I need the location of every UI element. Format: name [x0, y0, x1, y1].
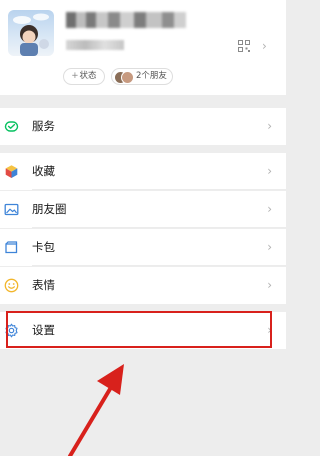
chevron-right-icon: ›	[267, 202, 272, 216]
friends-status-button[interactable]: 2个朋友	[111, 68, 173, 85]
friend-avatar	[121, 71, 134, 84]
menu-item-service[interactable]: 服务 ›	[0, 108, 286, 145]
plus-icon: +	[71, 71, 79, 81]
chevron-right-icon: ›	[267, 240, 272, 254]
profile-header[interactable]: › +状态 2个朋友	[0, 0, 286, 95]
menu-item-cards[interactable]: 卡包 ›	[0, 229, 286, 266]
avatar[interactable]	[8, 10, 54, 56]
moments-label: 朋友圈	[32, 202, 67, 216]
wechat-me-page: › +状态 2个朋友 服务 › 收藏 › 朋友圈 › 卡包 › 表情 › 设置 …	[0, 0, 286, 456]
service-icon	[4, 121, 19, 132]
menu-item-favorites[interactable]: 收藏 ›	[0, 153, 286, 190]
wechat-id-obscured	[66, 40, 124, 50]
qr-code-icon[interactable]	[238, 40, 250, 52]
favorites-label: 收藏	[32, 164, 55, 178]
cards-label: 卡包	[32, 240, 55, 254]
card-wallet-icon	[5, 241, 18, 254]
menu-item-stickers[interactable]: 表情 ›	[0, 267, 286, 304]
avatar-image	[13, 13, 49, 56]
divider	[32, 227, 286, 228]
nickname-obscured	[66, 12, 186, 28]
chevron-right-icon: ›	[267, 278, 272, 292]
service-label: 服务	[32, 119, 55, 133]
emoji-smile-icon	[4, 278, 19, 293]
chevron-right-icon: ›	[262, 39, 267, 53]
menu-item-moments[interactable]: 朋友圈 ›	[0, 191, 286, 228]
status-button[interactable]: +状态	[63, 68, 105, 85]
divider	[32, 189, 286, 190]
chevron-right-icon: ›	[267, 119, 272, 133]
friends-label: 2个朋友	[136, 71, 167, 81]
favorites-cube-icon	[5, 165, 18, 178]
highlight-annotation-box	[6, 311, 272, 348]
moments-photo-icon	[4, 203, 19, 216]
stickers-label: 表情	[32, 278, 55, 292]
chevron-right-icon: ›	[267, 164, 272, 178]
status-label: 状态	[79, 71, 97, 81]
divider	[32, 265, 286, 266]
